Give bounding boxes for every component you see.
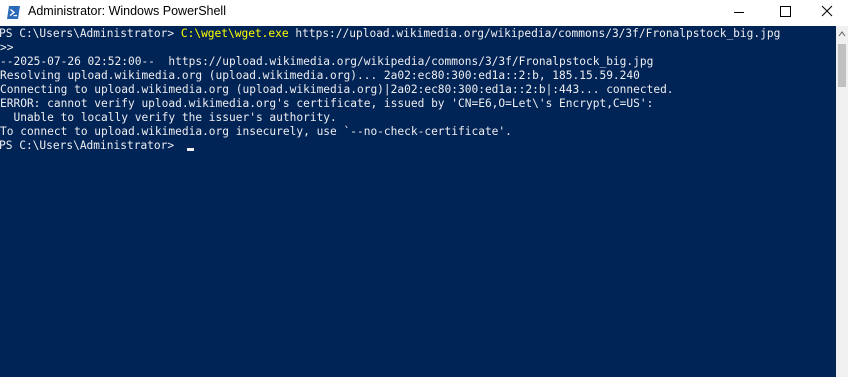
vertical-scrollbar[interactable]: [836, 26, 848, 377]
close-button[interactable]: [808, 0, 848, 26]
chevron-up-icon: [838, 31, 846, 37]
maximize-icon: [780, 6, 791, 17]
minimize-button[interactable]: [716, 0, 762, 26]
powershell-window: Administrator: Windows PowerShell PS C:\…: [0, 0, 848, 377]
minimize-icon: [734, 12, 744, 13]
scroll-up-button[interactable]: [836, 26, 848, 42]
output-line-timestamp: --2025-07-26 02:52:00-- https://upload.w…: [0, 55, 654, 68]
text-cursor: [187, 148, 194, 151]
close-icon: [821, 5, 833, 17]
maximize-button[interactable]: [762, 0, 808, 26]
output-line-authority: Unable to locally verify the issuer's au…: [0, 111, 337, 124]
output-line-hint: To connect to upload.wikimedia.org insec…: [0, 125, 512, 138]
output-line-connecting: Connecting to upload.wikimedia.org (uplo…: [0, 83, 674, 96]
powershell-icon[interactable]: [6, 5, 21, 20]
console-output[interactable]: PS C:\Users\Administrator> C:\wget\wget.…: [0, 26, 836, 377]
scrollbar-thumb[interactable]: [838, 44, 846, 87]
continuation-prompt: >>: [0, 41, 14, 54]
output-line-resolving: Resolving upload.wikimedia.org (upload.w…: [0, 69, 640, 82]
output-line-error: ERROR: cannot verify upload.wikimedia.or…: [0, 97, 654, 110]
current-prompt: PS C:\Users\Administrator>: [0, 139, 181, 152]
title-bar[interactable]: Administrator: Windows PowerShell: [0, 0, 848, 26]
command-line: PS C:\Users\Administrator> C:\wget\wget.…: [0, 27, 780, 41]
command-executable: C:\wget\wget.exe: [180, 27, 289, 40]
command-arguments: https://upload.wikimedia.org/wikipedia/c…: [288, 27, 781, 40]
prompt: PS C:\Users\Administrator>: [0, 27, 181, 40]
window-title: Administrator: Windows PowerShell: [28, 4, 226, 18]
